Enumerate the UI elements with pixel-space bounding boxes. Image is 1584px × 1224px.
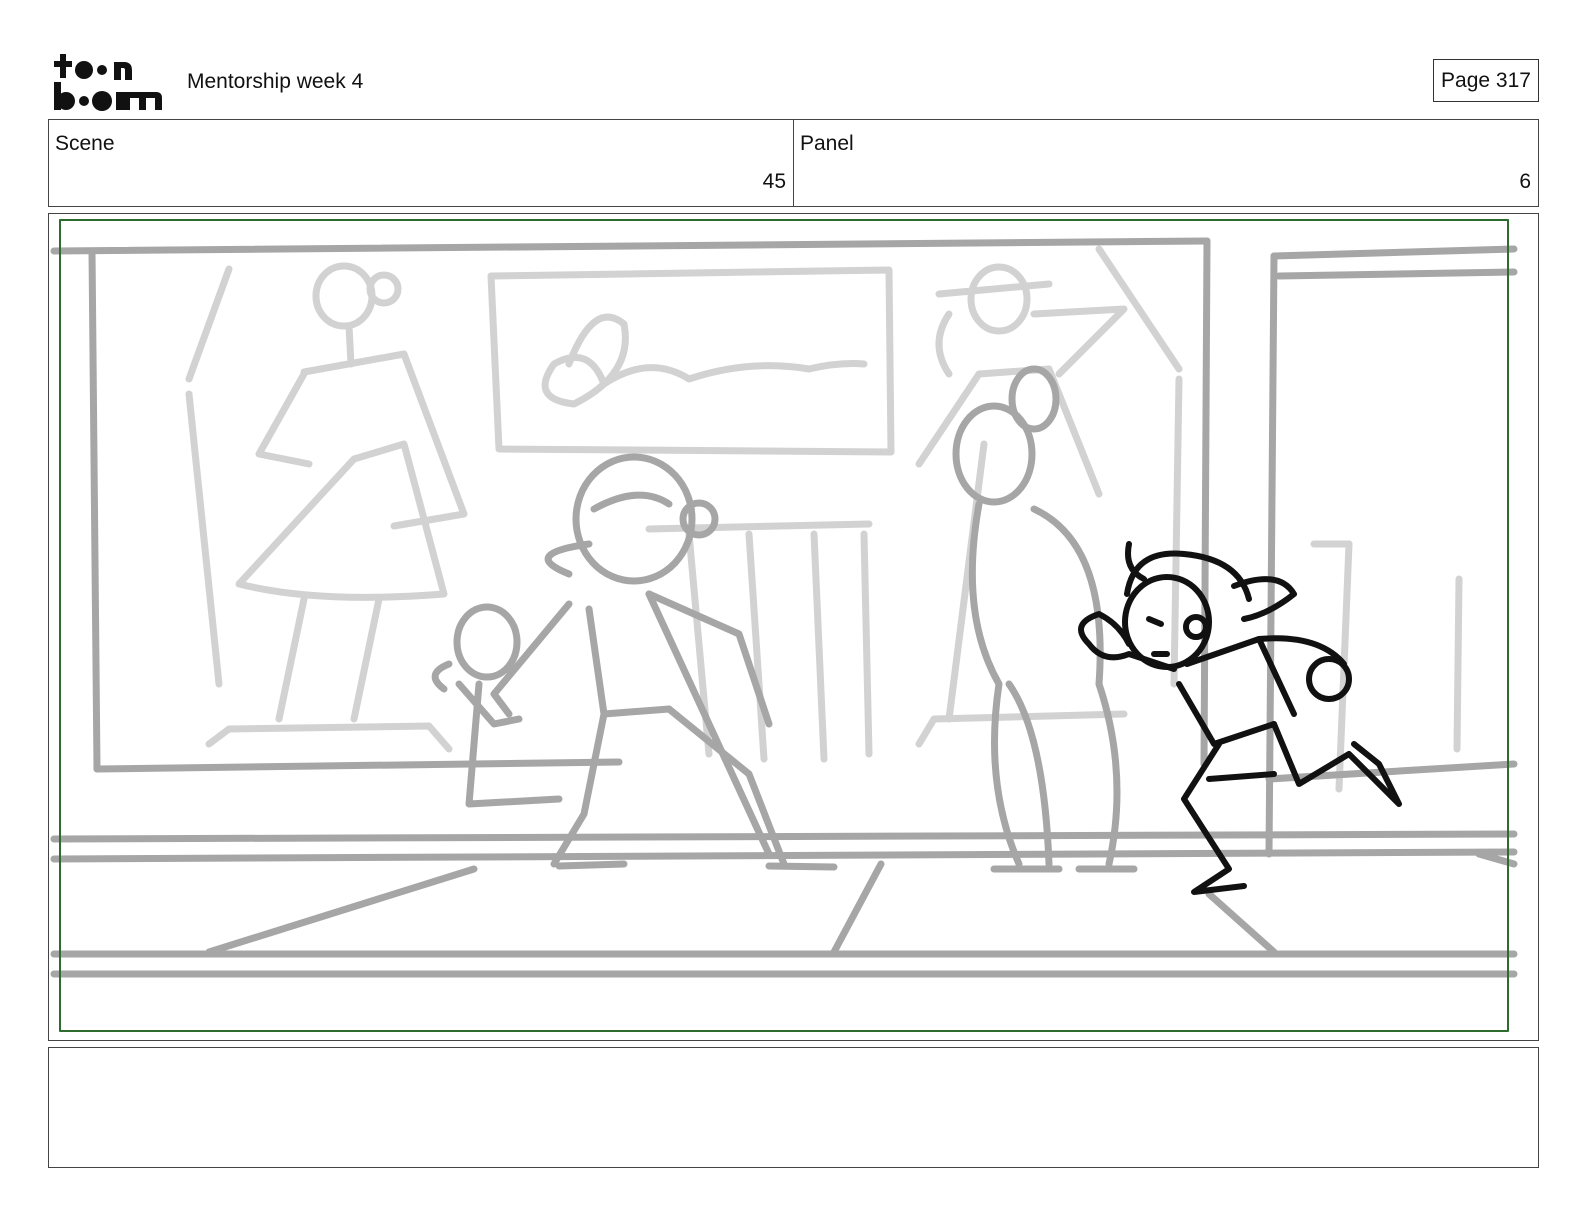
storefront-sketch — [50, 237, 1518, 978]
panel-cell: Panel 6 — [793, 120, 1538, 206]
panel-label: Panel — [800, 132, 854, 155]
scene-cell: Scene 45 — [49, 120, 793, 206]
running-character-sketch — [1078, 541, 1402, 895]
scene-number: 45 — [762, 170, 786, 193]
panel-notes[interactable] — [48, 1047, 1539, 1168]
panel-sketch — [50, 219, 1518, 1032]
project-title: Mentorship week 4 — [187, 70, 364, 93]
toon-boom-logo — [54, 54, 162, 111]
page-number: Page 317 — [1433, 59, 1539, 102]
storyboard-panel — [48, 213, 1539, 1041]
panel-number: 6 — [1519, 170, 1531, 193]
safe-frame — [59, 219, 1509, 1032]
scene-panel-info: Scene 45 Panel 6 — [48, 119, 1539, 207]
scene-label: Scene — [55, 132, 115, 155]
